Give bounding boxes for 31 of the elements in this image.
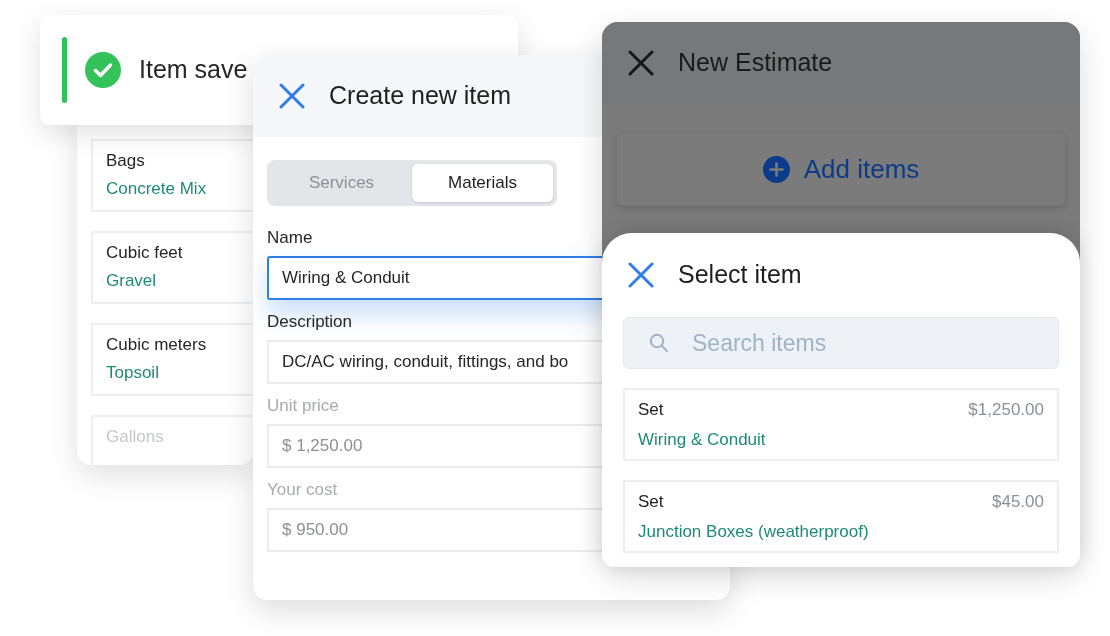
dialog-title: New Estimate [678, 47, 833, 79]
tab[interactable]: Materials [412, 164, 553, 202]
close-icon[interactable] [628, 262, 654, 288]
unit-label: Bags [106, 151, 145, 171]
unit-label: Gallons [106, 427, 164, 447]
field-label: Your cost [267, 480, 338, 500]
item-price: $1,250.00 [968, 399, 1044, 420]
plus-circle-icon [762, 155, 790, 183]
item-price: $45.00 [992, 491, 1044, 512]
close-icon[interactable] [279, 83, 305, 109]
dialog-title: Create new item [329, 80, 512, 112]
material-item[interactable]: Cubic meters Topsoil [91, 323, 253, 396]
close-icon[interactable] [628, 50, 654, 76]
material-name: Topsoil [106, 363, 159, 383]
material-name: Gravel [106, 271, 157, 291]
check-circle-icon [85, 52, 121, 88]
material-item[interactable]: Bags Concrete Mix [91, 139, 253, 212]
result-item[interactable]: Set $1,250.00 Wiring & Conduit [623, 388, 1059, 461]
item-type: Set [638, 399, 664, 420]
unit-label: Cubic feet [106, 243, 183, 263]
search-field[interactable]: Search items [623, 317, 1059, 369]
unit-label: Cubic meters [106, 335, 207, 355]
material-name: Concrete Mix [106, 179, 207, 199]
field-label: Name [267, 228, 313, 248]
toast-message: Item save [139, 54, 248, 86]
accent-bar [62, 37, 67, 103]
search-icon [649, 333, 669, 353]
field-label: Description [267, 312, 353, 332]
material-item[interactable]: Cubic feet Gravel [91, 231, 253, 304]
result-item[interactable]: Set $45.00 Junction Boxes (weatherproof) [623, 480, 1059, 553]
field-label: Unit price [267, 396, 339, 416]
